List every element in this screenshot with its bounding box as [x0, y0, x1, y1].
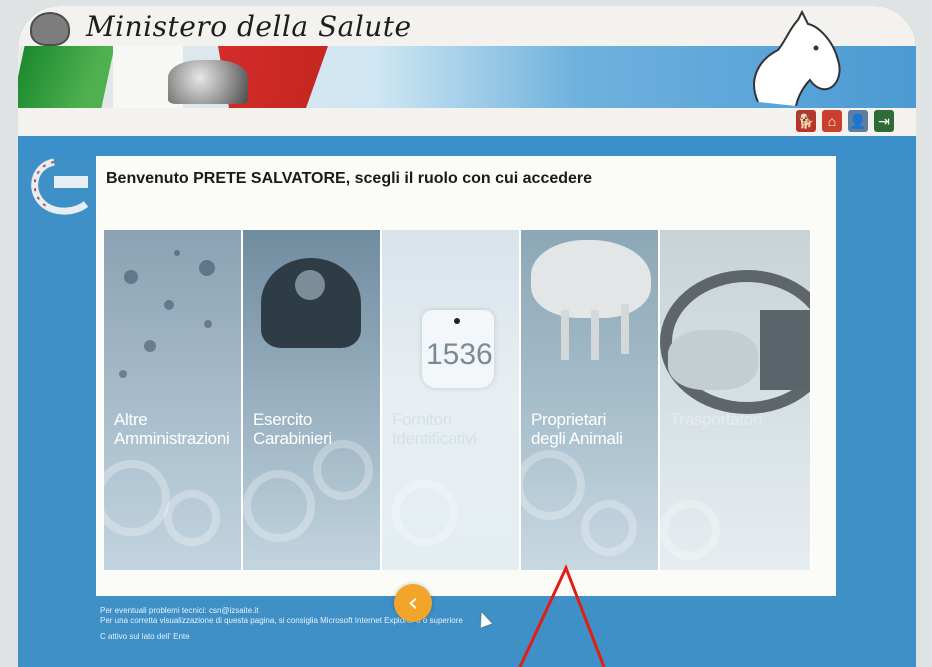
home-icon[interactable]: ⌂ — [822, 110, 842, 132]
role-label: Fornitori Identificativi — [392, 410, 477, 448]
previous-arrow-button[interactable]: ‹ — [394, 584, 432, 622]
sheep-image — [531, 240, 651, 318]
welcome-message: Benvenuto PRETE SALVATORE, scegli il ruo… — [106, 170, 593, 187]
role-tiles: Altre Amministrazioni Esercito Carabinie… — [104, 230, 812, 570]
role-tile-esercito-carabinieri[interactable]: Esercito Carabinieri — [243, 230, 382, 570]
role-label: Trasportatori — [670, 410, 762, 429]
role-label: Altre Amministrazioni — [114, 410, 230, 448]
republic-emblem-icon — [30, 12, 70, 46]
dog-icon[interactable]: 🐕 — [796, 110, 816, 132]
flag-green-band — [18, 46, 115, 108]
ministry-title: Ministero della Salute — [86, 10, 412, 43]
hand-image — [668, 330, 758, 390]
browser-screen: Ministero della Salute 🐕 ⌂ 👤 ⇥ Benvenuto… — [18, 6, 916, 667]
role-label: Proprietari degli Animali — [531, 410, 623, 448]
footer-support-text: Per eventuali problemi tecnici: csn@izsa… — [100, 606, 259, 615]
header-toolbar: 🐕 ⌂ 👤 ⇥ — [796, 110, 894, 132]
site-footer: Per eventuali problemi tecnici: csn@izsa… — [100, 606, 900, 642]
footer-extra-text: C attivo sul lato dell' Ente — [100, 632, 190, 641]
side-logo-icon — [31, 158, 89, 215]
role-tile-altre-amministrazioni[interactable]: Altre Amministrazioni — [104, 230, 243, 570]
site-header: Ministero della Salute 🐕 ⌂ 👤 ⇥ — [18, 6, 916, 136]
ear-tag-image: 1536 — [422, 310, 494, 388]
user-icon[interactable]: 👤 — [848, 110, 868, 132]
header-stripe — [18, 136, 916, 158]
role-label: Esercito Carabinieri — [253, 410, 332, 448]
exit-icon[interactable]: ⇥ — [874, 110, 894, 132]
horse-icon — [753, 10, 841, 106]
role-selection-panel: Benvenuto PRETE SALVATORE, scegli il ruo… — [96, 156, 836, 596]
ear-tag-number: 1536 — [426, 338, 493, 371]
role-tile-fornitori-identificativi[interactable]: 1536 Fornitori Identificativi — [382, 230, 521, 570]
role-tile-trasportatori[interactable]: Trasportatori — [660, 230, 812, 570]
role-tile-proprietari-animali[interactable]: Proprietari degli Animali — [521, 230, 660, 570]
badge-image — [295, 270, 325, 300]
footer-browser-text: Per una corretta visualizzazione di ques… — [100, 616, 463, 625]
sculpture-image — [168, 60, 248, 104]
dashboard-image — [760, 310, 810, 390]
